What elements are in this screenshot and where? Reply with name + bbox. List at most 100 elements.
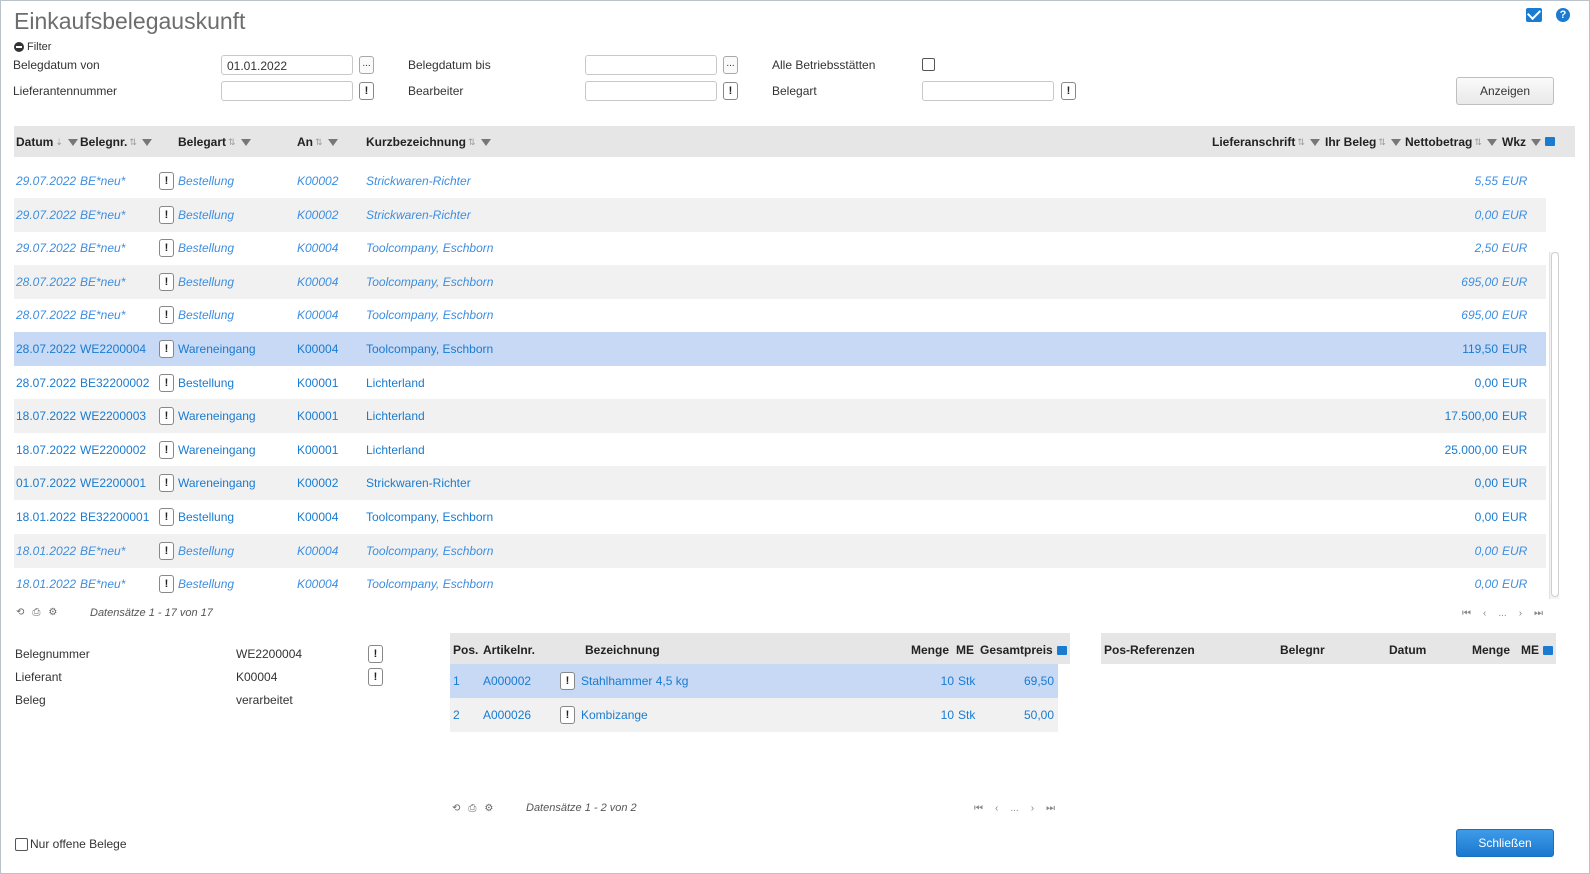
- filter-icon[interactable]: [141, 138, 152, 146]
- lieferantennummer-input[interactable]: [221, 81, 353, 101]
- position-row[interactable]: 1 A000002 Stahlhammer 4,5 kg! 10 69,50 Stk: [450, 664, 1058, 698]
- column-chooser-icon[interactable]: [1545, 137, 1555, 146]
- row-info-button[interactable]: !: [159, 239, 174, 258]
- rcol-menge[interactable]: Menge: [1472, 643, 1510, 657]
- pcol-gesamtpreis[interactable]: Gesamtpreis: [980, 643, 1053, 657]
- belegdatum-von-picker-button[interactable]: ...: [359, 56, 374, 74]
- sort-icon[interactable]: ⇅: [228, 137, 236, 148]
- mail-icon[interactable]: [1526, 8, 1542, 22]
- settings-icon[interactable]: ⚙: [48, 607, 57, 618]
- col-belegart[interactable]: Belegart ⇅: [178, 135, 251, 149]
- table-row[interactable]: 29.07.2022 BE*neu* Bestellung K00002 Strickw…: [14, 164, 1546, 198]
- pcol-pos[interactable]: Pos.: [453, 643, 478, 657]
- alle-betriebsstaetten-checkbox[interactable]: [922, 58, 935, 71]
- sort-icon[interactable]: ⇅: [129, 137, 137, 148]
- sort-icon[interactable]: ⇅: [1474, 137, 1482, 148]
- row-info-button[interactable]: !: [159, 172, 174, 190]
- belegart-info-button[interactable]: !: [1061, 82, 1076, 100]
- table-row[interactable]: 18.01.2022 BE32200001 Bestellung K00004 Tool…: [14, 500, 1546, 534]
- col-an[interactable]: An ⇅: [297, 135, 338, 149]
- col-wkz[interactable]: Wkz: [1502, 135, 1541, 149]
- pcol-menge[interactable]: Menge: [911, 643, 949, 657]
- position-info-button[interactable]: !: [560, 672, 575, 690]
- sort-icon[interactable]: ⇣: [55, 137, 63, 148]
- table-row[interactable]: 29.07.2022 BE*neu* Bestellung K00002 Strickw…: [14, 197, 1546, 232]
- filter-icon[interactable]: [327, 138, 338, 146]
- nur-offene-belege-checkbox[interactable]: [15, 837, 28, 851]
- column-chooser-icon[interactable]: [1543, 646, 1553, 655]
- belegart-input[interactable]: [922, 81, 1054, 101]
- rcol-belegnr[interactable]: Belegnr: [1280, 643, 1325, 657]
- table-row[interactable]: 18.01.2022 BE*neu* Bestellung K00004 Toolcom…: [14, 567, 1546, 599]
- col-kurzbezeichnung[interactable]: Kurzbezeichnung ⇅: [366, 135, 491, 149]
- table-row[interactable]: 01.07.2022 WE2200001 Wareneingang K00002 Str…: [14, 466, 1546, 501]
- filter-icon[interactable]: [240, 138, 251, 146]
- row-info-button[interactable]: !: [159, 474, 174, 493]
- position-info-button[interactable]: !: [560, 706, 575, 724]
- sort-icon[interactable]: ⇅: [468, 137, 476, 148]
- lieferantennummer-info-button[interactable]: !: [359, 82, 374, 100]
- row-info-button[interactable]: !: [159, 373, 174, 392]
- row-info-button[interactable]: !: [159, 205, 174, 224]
- table-row[interactable]: 18.01.2022 BE*neu* Bestellung K00004 Toolcom…: [14, 533, 1546, 568]
- row-info-button[interactable]: !: [159, 541, 174, 560]
- help-icon[interactable]: ?: [1556, 8, 1570, 22]
- pcol-artikelnr[interactable]: Artikelnr.: [483, 643, 535, 657]
- table-row[interactable]: 18.07.2022 WE2200002 Wareneingang K00001 Lic…: [14, 433, 1546, 467]
- print-icon[interactable]: ⎙: [32, 607, 40, 618]
- filter-icon[interactable]: [1531, 138, 1541, 146]
- table-row[interactable]: 18.07.2022 WE2200003 Wareneingang K00001 Lic…: [14, 399, 1546, 434]
- nur-offene-belege[interactable]: Nur offene Belege: [15, 837, 127, 851]
- column-chooser[interactable]: [1545, 137, 1555, 146]
- sort-icon[interactable]: ⇅: [1378, 137, 1386, 148]
- filter-icon[interactable]: [1309, 138, 1320, 146]
- next-page-icon[interactable]: ›: [1519, 608, 1522, 619]
- table-row[interactable]: 28.07.2022 WE2200004 Wareneingang K00004 Too…: [14, 332, 1546, 366]
- grid-scrollbar-thumb[interactable]: [1551, 252, 1559, 597]
- print-icon[interactable]: ⎙: [468, 803, 476, 814]
- prev-page-icon[interactable]: ‹: [995, 803, 998, 814]
- first-page-icon[interactable]: ⏮: [974, 803, 983, 814]
- table-row[interactable]: 28.07.2022 BE32200002 Bestellung K00001 Lich…: [14, 366, 1546, 400]
- schliessen-button[interactable]: Schließen: [1456, 829, 1554, 857]
- grid-scrollbar[interactable]: [1549, 252, 1559, 599]
- sort-icon[interactable]: ⇅: [1297, 137, 1305, 148]
- prev-page-icon[interactable]: ‹: [1483, 608, 1486, 619]
- settings-icon[interactable]: ⚙: [484, 803, 493, 814]
- col-datum[interactable]: Datum ⇣: [16, 135, 78, 149]
- lieferant-info-button[interactable]: !: [368, 668, 383, 686]
- belegnummer-info-button[interactable]: !: [368, 645, 383, 663]
- page-ellipsis[interactable]: ...: [1498, 608, 1506, 619]
- position-row[interactable]: 2 A000026 Kombizange! 10 50,00 Stk: [450, 698, 1058, 732]
- pcol-bezeichnung[interactable]: Bezeichnung: [585, 643, 660, 657]
- table-row[interactable]: 29.07.2022 BE*neu* Bestellung K00004 Toolcom…: [14, 231, 1546, 265]
- column-chooser-icon[interactable]: [1057, 646, 1067, 655]
- row-info-button[interactable]: !: [159, 575, 174, 594]
- row-info-button[interactable]: !: [159, 407, 174, 426]
- rcol-pos-referenzen[interactable]: Pos-Referenzen: [1104, 643, 1195, 657]
- col-nettobetrag[interactable]: Nettobetrag ⇅: [1405, 135, 1497, 149]
- col-ihr-beleg[interactable]: Ihr Beleg ⇅: [1325, 135, 1401, 149]
- col-belegnr[interactable]: Belegnr. ⇅: [80, 135, 152, 149]
- filter-icon[interactable]: [1486, 138, 1497, 146]
- rcol-me[interactable]: ME: [1521, 643, 1539, 657]
- row-info-button[interactable]: !: [159, 340, 174, 358]
- row-info-button[interactable]: !: [159, 440, 174, 459]
- page-ellipsis[interactable]: ...: [1010, 803, 1018, 814]
- filter-icon[interactable]: [67, 138, 78, 146]
- table-row[interactable]: 28.07.2022 BE*neu* Bestellung K00004 Toolcom…: [14, 298, 1546, 332]
- anzeigen-button[interactable]: Anzeigen: [1456, 77, 1554, 105]
- last-page-icon[interactable]: ⏭: [1534, 608, 1543, 619]
- next-page-icon[interactable]: ›: [1031, 803, 1034, 814]
- refresh-icon[interactable]: ⟲: [452, 803, 460, 814]
- table-row[interactable]: 28.07.2022 BE*neu* Bestellung K00004 Toolcom…: [14, 264, 1546, 299]
- rcol-datum[interactable]: Datum: [1389, 643, 1426, 657]
- first-page-icon[interactable]: ⏮: [1462, 608, 1471, 619]
- last-page-icon[interactable]: ⏭: [1046, 803, 1055, 814]
- belegdatum-bis-input[interactable]: [585, 55, 717, 75]
- sort-icon[interactable]: ⇅: [315, 137, 323, 148]
- row-info-button[interactable]: !: [159, 272, 174, 291]
- row-info-button[interactable]: !: [159, 508, 174, 526]
- pcol-me[interactable]: ME: [956, 643, 974, 657]
- filter-icon[interactable]: [480, 138, 491, 146]
